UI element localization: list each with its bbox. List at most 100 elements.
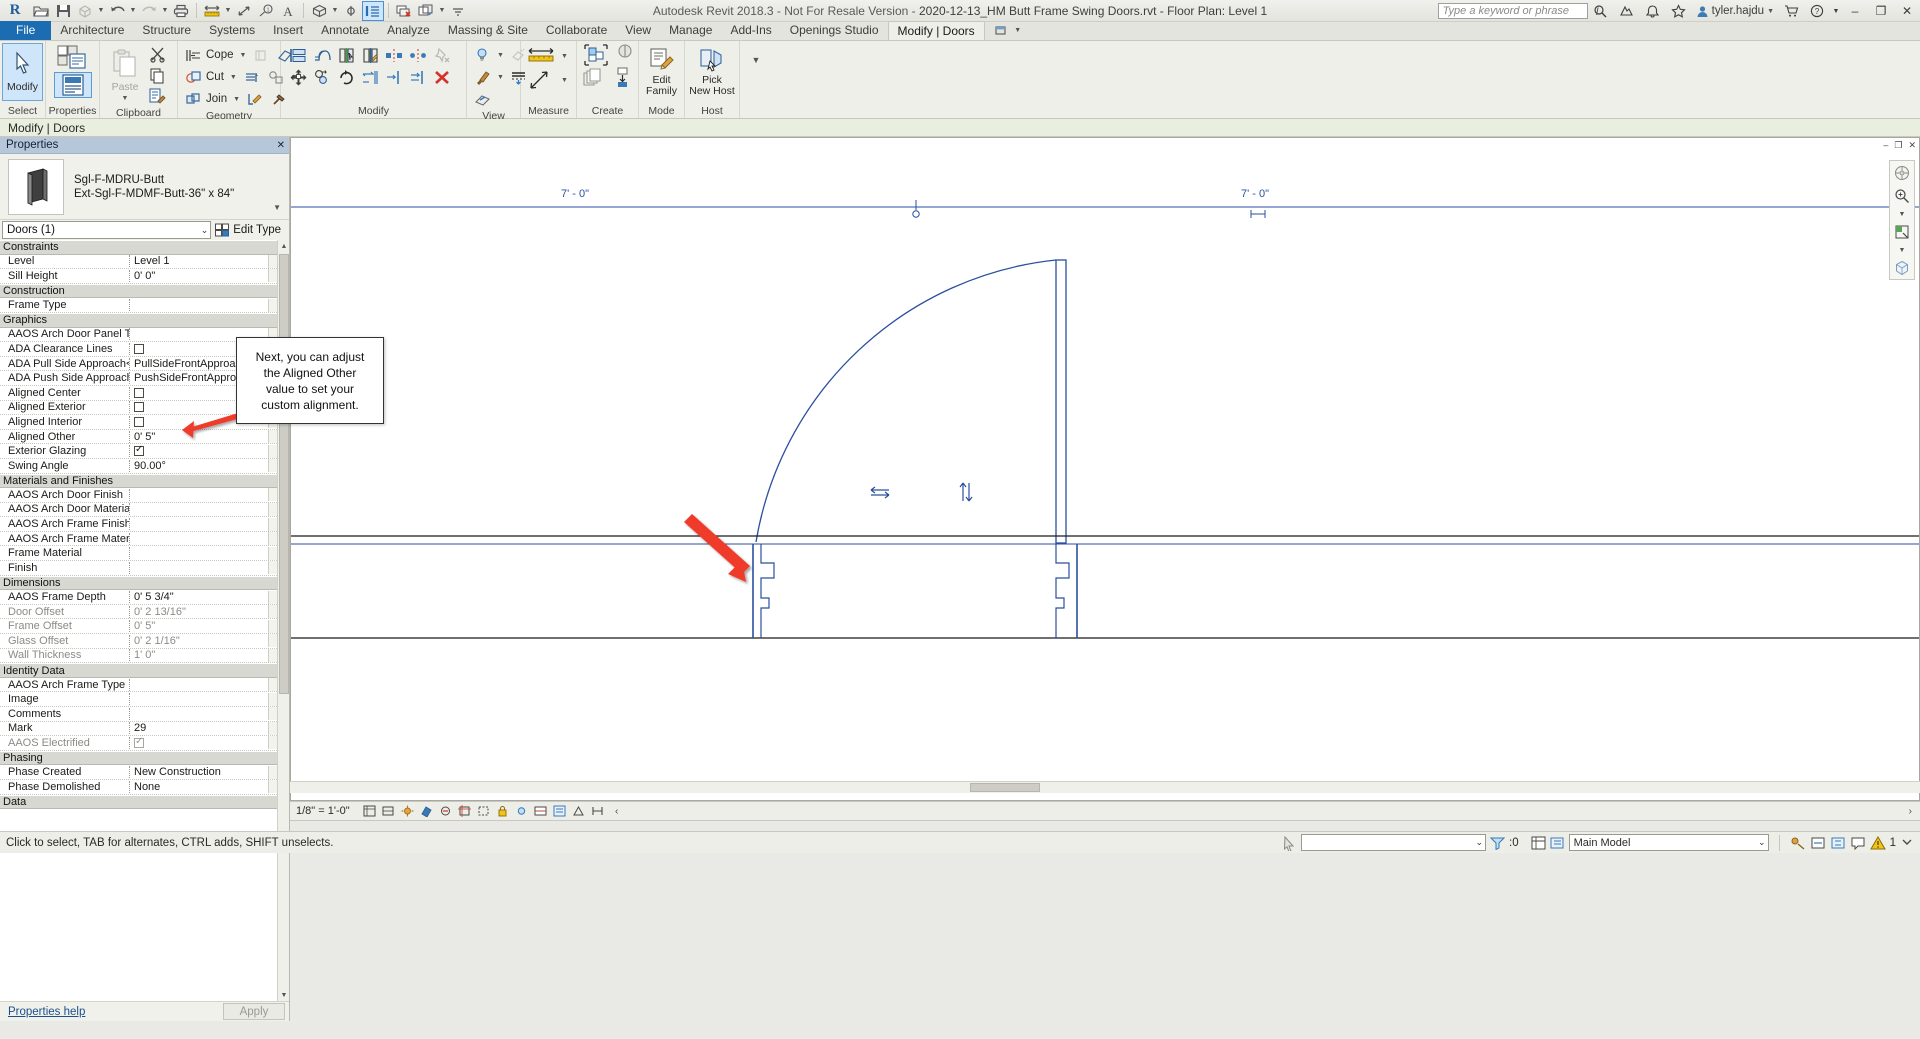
- thin-lines-icon[interactable]: [362, 0, 384, 21]
- wall-joins-icon[interactable]: [241, 67, 263, 88]
- property-checkbox[interactable]: [134, 445, 144, 457]
- design-options-status-icon[interactable]: [1550, 836, 1565, 850]
- property-value[interactable]: 0' 5": [130, 430, 277, 444]
- customize-qat-icon[interactable]: [447, 1, 469, 21]
- property-row[interactable]: Sill Height 0' 0": [0, 269, 277, 284]
- editable-only-icon[interactable]: [1790, 836, 1806, 850]
- property-row[interactable]: Frame Material: [0, 546, 277, 562]
- tab-massing-and-site[interactable]: Massing & Site: [439, 21, 537, 40]
- measure-along-element-icon[interactable]: [525, 70, 557, 91]
- view-scale-label[interactable]: 1/8" = 1'-0": [296, 805, 358, 817]
- tab-view[interactable]: View: [616, 21, 660, 40]
- cut-label[interactable]: Cut: [206, 71, 226, 83]
- type-selector-dropdown-icon[interactable]: ▼: [273, 203, 281, 214]
- property-row[interactable]: Image: [0, 692, 277, 707]
- close-hidden-windows-icon[interactable]: [393, 1, 415, 21]
- save-icon[interactable]: [52, 1, 74, 21]
- property-row[interactable]: Aligned Other 0' 5": [0, 430, 277, 445]
- join-dropdown-icon[interactable]: ▼: [231, 96, 242, 103]
- copy-modify-icon[interactable]: [311, 67, 333, 88]
- help-icon[interactable]: ?: [1804, 0, 1830, 22]
- press-pick-drag-icon[interactable]: [1281, 835, 1297, 851]
- cut-icon[interactable]: [146, 44, 168, 65]
- offset-icon[interactable]: [311, 45, 333, 66]
- split-with-gap-icon[interactable]: [407, 45, 429, 66]
- measure-between-references-icon[interactable]: [525, 46, 557, 67]
- measure-dropdown-icon-2[interactable]: ▼: [559, 53, 570, 60]
- copy-icon[interactable]: [146, 65, 168, 86]
- property-value[interactable]: Level 1: [130, 254, 277, 268]
- paint-icon[interactable]: [471, 67, 493, 88]
- move-icon[interactable]: [287, 67, 309, 88]
- tab-modify-doors[interactable]: Modify | Doors: [887, 21, 985, 40]
- view-overflow-icon[interactable]: ›: [1909, 806, 1920, 817]
- tab-systems[interactable]: Systems: [200, 21, 264, 40]
- worksets-status-icon[interactable]: [1531, 836, 1546, 850]
- cope-label[interactable]: Cope: [206, 49, 236, 61]
- sync-dropdown-icon[interactable]: ▼: [96, 1, 106, 21]
- lock-3d-view-icon[interactable]: [496, 804, 510, 818]
- autodesk-app-manager-icon[interactable]: [1614, 0, 1640, 22]
- constraints-icon[interactable]: [591, 804, 605, 818]
- property-row[interactable]: AAOS Arch Door Finish: [0, 488, 277, 503]
- sync-with-central-icon[interactable]: [74, 1, 96, 21]
- match-type-properties-icon[interactable]: [146, 86, 168, 107]
- temporary-view-properties-icon[interactable]: [553, 804, 567, 818]
- property-value[interactable]: 0' 2 13/16": [130, 605, 277, 619]
- tab-architecture[interactable]: Architecture: [51, 21, 133, 40]
- crop-view-icon[interactable]: [458, 804, 472, 818]
- revit-logo-icon[interactable]: R: [0, 2, 30, 19]
- tab-add-ins[interactable]: Add-Ins: [721, 21, 780, 40]
- property-value[interactable]: [130, 502, 277, 516]
- switch-windows-icon[interactable]: [415, 1, 437, 21]
- property-value[interactable]: None: [130, 780, 277, 794]
- apply-button[interactable]: Apply: [223, 1003, 285, 1020]
- exclude-options-icon[interactable]: [1810, 836, 1826, 850]
- property-value[interactable]: 1' 0": [130, 648, 277, 662]
- canvas-horizontal-scrollbar[interactable]: [290, 781, 1920, 793]
- property-row[interactable]: AAOS Arch Frame Finish: [0, 517, 277, 532]
- exchange-apps-icon[interactable]: [1778, 0, 1804, 22]
- options-chevron-icon[interactable]: ▼: [745, 49, 767, 70]
- property-row[interactable]: Glass Offset 0' 2 1/16": [0, 634, 277, 649]
- property-value[interactable]: [130, 736, 277, 750]
- property-row[interactable]: Phase Demolished None: [0, 780, 277, 795]
- property-value[interactable]: [130, 517, 277, 531]
- trim-extend-icon[interactable]: [359, 67, 381, 88]
- unpin-icon[interactable]: [431, 45, 453, 66]
- view-cube-icon[interactable]: [1892, 258, 1912, 278]
- user-dropdown-icon[interactable]: ▼: [1767, 8, 1774, 15]
- property-value[interactable]: [130, 692, 277, 706]
- join-label[interactable]: Join: [206, 93, 229, 105]
- drawing-canvas[interactable]: 7' - 0" 7' - 0" – ❐ ✕ ▼ ▼: [290, 137, 1920, 801]
- property-row[interactable]: Level Level 1: [0, 254, 277, 270]
- undo-icon[interactable]: [106, 1, 128, 21]
- reveal-hidden-elements-icon[interactable]: [534, 804, 548, 818]
- pick-new-host-button[interactable]: Pick New Host: [687, 43, 737, 97]
- property-value[interactable]: [130, 546, 277, 560]
- redo-icon[interactable]: [138, 1, 160, 21]
- property-row[interactable]: Comments: [0, 707, 277, 722]
- properties-close-icon[interactable]: ✕: [277, 140, 285, 151]
- show-crop-region-icon[interactable]: [477, 804, 491, 818]
- favorites-star-icon[interactable]: [1666, 0, 1692, 22]
- property-checkbox[interactable]: [134, 416, 144, 427]
- align-icon[interactable]: [287, 45, 309, 66]
- properties-button[interactable]: [53, 72, 92, 98]
- view-close-button[interactable]: ✕: [1908, 140, 1916, 151]
- search-icon[interactable]: [1588, 0, 1614, 22]
- properties-type-preview[interactable]: Sgl-F-MDRU-Butt Ext-Sgl-F-MDMF-Butt-36" …: [0, 154, 289, 220]
- help-dropdown-icon[interactable]: ▼: [1830, 0, 1842, 22]
- property-value[interactable]: [130, 488, 277, 502]
- view-restore-button[interactable]: ❐: [1894, 140, 1902, 151]
- property-value[interactable]: [130, 532, 277, 546]
- tab-analyze[interactable]: Analyze: [378, 21, 439, 40]
- properties-scroll-thumb[interactable]: [279, 254, 289, 694]
- delete-icon[interactable]: [431, 67, 453, 88]
- view-minimize-button[interactable]: –: [1883, 140, 1888, 151]
- property-row[interactable]: AAOS Arch Frame Type: [0, 678, 277, 693]
- selection-filter-combo[interactable]: ⌄: [1301, 834, 1486, 851]
- edit-type-button[interactable]: Edit Type: [215, 223, 285, 237]
- visual-style-icon[interactable]: [382, 804, 396, 818]
- property-value[interactable]: 29: [130, 721, 277, 735]
